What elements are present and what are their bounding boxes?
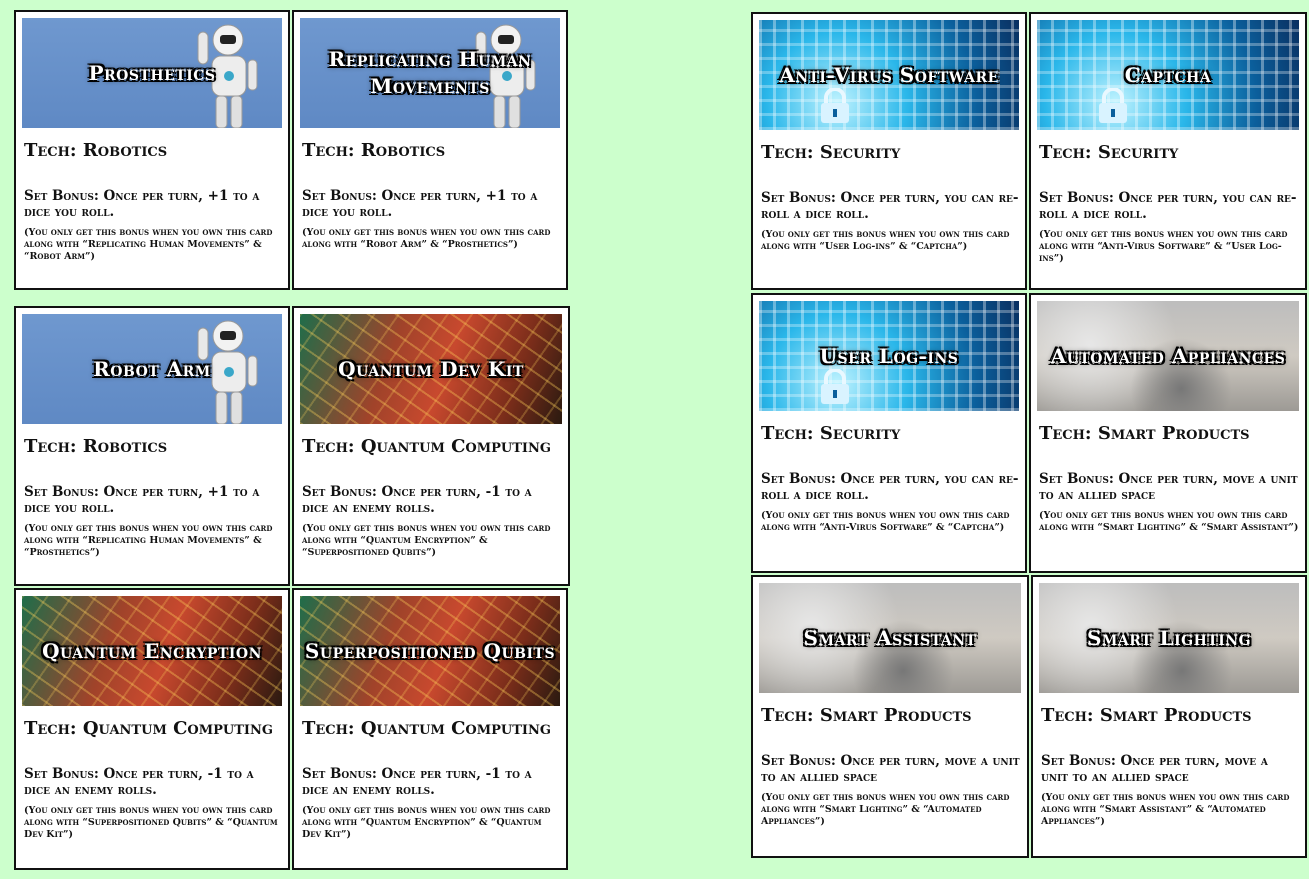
card-tech: Tech: Security	[761, 142, 901, 163]
card-title: Automated Appliances	[1050, 343, 1286, 368]
card-title: Smart Assistant	[803, 625, 977, 650]
card-tech: Tech: Quantum Computing	[302, 436, 551, 457]
card-bonus: Set Bonus: Once per turn, move a unit to…	[1039, 471, 1298, 504]
card-note: (You only get this bonus when you own th…	[302, 523, 551, 558]
card-tech: Tech: Robotics	[24, 436, 168, 457]
card-title: Replicating Human Movements	[328, 47, 532, 98]
card-bonus: Set Bonus: Once per turn, move a unit to…	[761, 753, 1020, 786]
card-prosthetics[interactable]: Prosthetics Tech: Robotics Set Bonus: On…	[14, 10, 290, 290]
card-title: Robot Arm	[93, 356, 211, 381]
card-note: (You only get this bonus when you own th…	[302, 227, 551, 250]
card-note: (You only get this bonus when you own th…	[24, 227, 273, 262]
card-note: (You only get this bonus when you own th…	[24, 805, 278, 840]
card-title: Prosthetics	[88, 60, 216, 85]
card-title: Superpositioned Qubits	[304, 638, 556, 663]
card-title: Quantum Encryption	[42, 638, 262, 663]
card-bonus: Set Bonus: Once per turn, -1 to a dice a…	[24, 766, 254, 799]
card-note: (You only get this bonus when you own th…	[761, 510, 1010, 533]
card-bonus: Set Bonus: Once per turn, +1 to a dice y…	[24, 484, 260, 517]
card-tech: Tech: Robotics	[24, 140, 168, 161]
card-anti-virus-software[interactable]: Anti-Virus Software Tech: Security Set B…	[751, 12, 1027, 290]
card-bonus: Set Bonus: Once per turn, move a unit to…	[1041, 753, 1268, 786]
card-robot-arm[interactable]: Robot Arm Tech: Robotics Set Bonus: Once…	[14, 306, 290, 586]
card-user-log-ins[interactable]: User Log-ins Tech: Security Set Bonus: O…	[751, 293, 1027, 573]
card-superpositioned-qubits[interactable]: Superpositioned Qubits Tech: Quantum Com…	[292, 588, 568, 870]
card-tech: Tech: Robotics	[302, 140, 446, 161]
card-note: (You only get this bonus when you own th…	[24, 523, 273, 558]
card-tech: Tech: Smart Products	[1039, 423, 1250, 444]
card-tech: Tech: Quantum Computing	[302, 718, 551, 739]
card-title: Anti-Virus Software	[779, 62, 999, 87]
card-tech: Tech: Smart Products	[1041, 705, 1252, 726]
card-bonus: Set Bonus: Once per turn, you can re-rol…	[761, 471, 1019, 504]
card-bonus: Set Bonus: Once per turn, you can re-rol…	[761, 190, 1019, 223]
card-note: (You only get this bonus when you own th…	[761, 229, 1010, 252]
card-note: (You only get this bonus when you own th…	[761, 792, 1010, 827]
card-replicating-human-movements[interactable]: Replicating Human Movements Tech: Roboti…	[292, 10, 568, 290]
card-tech: Tech: Quantum Computing	[24, 718, 273, 739]
card-smart-lighting[interactable]: Smart Lighting Tech: Smart Products Set …	[1031, 575, 1307, 858]
card-smart-assistant[interactable]: Smart Assistant Tech: Smart Products Set…	[751, 575, 1029, 858]
card-note: (You only get this bonus when you own th…	[302, 805, 551, 840]
card-title: Captcha	[1124, 62, 1212, 87]
card-captcha[interactable]: Captcha Tech: Security Set Bonus: Once p…	[1029, 12, 1307, 290]
card-title: Quantum Dev Kit	[338, 356, 524, 381]
card-bonus: Set Bonus: Once per turn, -1 to a dice a…	[302, 766, 532, 799]
card-tech: Tech: Smart Products	[761, 705, 972, 726]
card-bonus: Set Bonus: Once per turn, -1 to a dice a…	[302, 484, 532, 517]
card-note: (You only get this bonus when you own th…	[1041, 792, 1290, 827]
card-note: (You only get this bonus when you own th…	[1039, 229, 1288, 264]
card-title: User Log-ins	[819, 343, 959, 368]
card-tech: Tech: Security	[1039, 142, 1179, 163]
card-title: Smart Lighting	[1086, 625, 1252, 650]
card-quantum-encryption[interactable]: Quantum Encryption Tech: Quantum Computi…	[14, 588, 290, 870]
card-quantum-dev-kit[interactable]: Quantum Dev Kit Tech: Quantum Computing …	[292, 306, 570, 586]
card-automated-appliances[interactable]: Automated Appliances Tech: Smart Product…	[1029, 293, 1307, 573]
card-bonus: Set Bonus: Once per turn, you can re-rol…	[1039, 190, 1297, 223]
card-bonus: Set Bonus: Once per turn, +1 to a dice y…	[302, 188, 538, 221]
card-bonus: Set Bonus: Once per turn, +1 to a dice y…	[24, 188, 260, 221]
card-tech: Tech: Security	[761, 423, 901, 444]
card-note: (You only get this bonus when you own th…	[1039, 510, 1299, 533]
